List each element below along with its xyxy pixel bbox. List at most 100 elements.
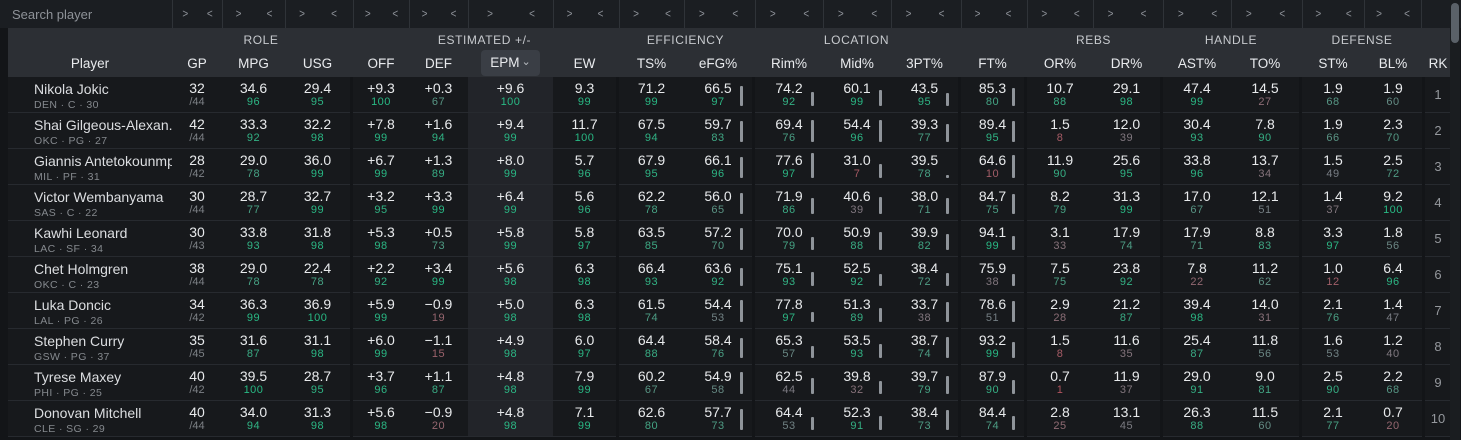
move-column-left-icon[interactable]: < bbox=[331, 8, 337, 21]
move-column-left-icon[interactable]: < bbox=[207, 8, 213, 21]
move-column-left-icon[interactable]: < bbox=[267, 8, 273, 21]
move-column-right-icon[interactable]: > bbox=[838, 8, 844, 21]
move-column-left-icon[interactable]: < bbox=[529, 8, 535, 21]
col-header-st[interactable]: ST% bbox=[1302, 56, 1364, 71]
col-header-ast[interactable]: AST% bbox=[1163, 56, 1231, 71]
col-header-def[interactable]: DEF bbox=[409, 56, 468, 71]
column-arrow-pair-efg: > < bbox=[684, 0, 752, 28]
scrollbar-thumb[interactable] bbox=[1451, 3, 1459, 43]
search-input[interactable] bbox=[12, 6, 162, 22]
col-header-efg[interactable]: eFG% bbox=[684, 56, 752, 71]
col-header-gp[interactable]: GP bbox=[172, 56, 222, 71]
move-column-left-icon[interactable]: < bbox=[1074, 8, 1080, 21]
percentile-value: 91 bbox=[1190, 384, 1204, 396]
col-header-to[interactable]: TO% bbox=[1231, 56, 1299, 71]
col-header-epm[interactable]: EPM ⌄ bbox=[468, 50, 553, 76]
move-column-left-icon[interactable]: < bbox=[803, 8, 809, 21]
move-column-right-icon[interactable]: > bbox=[1041, 8, 1047, 21]
move-column-left-icon[interactable]: < bbox=[871, 8, 877, 21]
move-column-right-icon[interactable]: > bbox=[182, 8, 188, 21]
col-header-ft[interactable]: FT% bbox=[961, 56, 1024, 71]
move-column-left-icon[interactable]: < bbox=[451, 8, 457, 21]
percentile-value: 67 bbox=[644, 384, 659, 396]
move-column-left-icon[interactable]: < bbox=[1346, 8, 1352, 21]
move-column-right-icon[interactable]: > bbox=[1108, 8, 1114, 21]
table-row[interactable]: Victor Wembanyama SAS · C · 22 30/44 28.7 77… bbox=[8, 185, 1451, 221]
stat-value: 1.8 bbox=[1383, 224, 1403, 240]
col-header-rim[interactable]: Rim% bbox=[755, 56, 823, 71]
stat-value: −0.9 bbox=[424, 296, 453, 312]
col-header-p3[interactable]: 3PT% bbox=[891, 56, 958, 71]
player-name: Kawhi Leonard bbox=[34, 225, 128, 241]
volume-bar bbox=[811, 237, 814, 250]
col-header-usg[interactable]: USG bbox=[285, 56, 350, 71]
cell-gp: 32/44 bbox=[172, 77, 222, 113]
cell-mpg: 33.8 93 bbox=[222, 221, 285, 257]
move-column-right-icon[interactable]: > bbox=[487, 8, 493, 21]
move-column-left-icon[interactable]: < bbox=[1141, 8, 1147, 21]
volume-bar bbox=[811, 92, 814, 106]
col-header-ew[interactable]: EW bbox=[553, 56, 616, 71]
table-row[interactable]: Shai Gilgeous-Alexan... OKC · PG · 27 42/4… bbox=[8, 113, 1451, 149]
col-header-dr[interactable]: DR% bbox=[1093, 56, 1160, 71]
move-column-left-icon[interactable]: < bbox=[1006, 8, 1012, 21]
move-column-right-icon[interactable]: > bbox=[699, 8, 705, 21]
table-row[interactable]: Giannis Antetokounmpo MIL · PF · 31 28/42 2… bbox=[8, 149, 1451, 185]
cell-off: +3.7 96 bbox=[353, 365, 409, 401]
move-column-right-icon[interactable]: > bbox=[422, 8, 428, 21]
stat-value: 32.7 bbox=[303, 188, 332, 204]
move-column-left-icon[interactable]: < bbox=[1404, 8, 1410, 21]
move-column-right-icon[interactable]: > bbox=[1178, 8, 1184, 21]
move-column-left-icon[interactable]: < bbox=[939, 8, 945, 21]
cell-usg: 31.3 98 bbox=[285, 401, 350, 437]
col-header-mpg[interactable]: MPG bbox=[222, 56, 285, 71]
stat-value: 9.0 bbox=[1255, 368, 1275, 384]
stat-value: 9.3 bbox=[574, 80, 595, 96]
stat-value: 67.5 bbox=[637, 116, 666, 132]
move-column-right-icon[interactable]: > bbox=[567, 8, 573, 21]
move-column-right-icon[interactable]: > bbox=[236, 8, 242, 21]
table-row[interactable]: Stephen Curry GSW · PG · 37 35/45 31.6 87 31.… bbox=[8, 329, 1451, 365]
stat-value: 6.0 bbox=[574, 332, 595, 348]
col-header-mid[interactable]: Mid% bbox=[823, 56, 891, 71]
move-column-right-icon[interactable]: > bbox=[906, 8, 912, 21]
table-row[interactable]: Donovan Mitchell CLE · SG · 29 40/44 34.0 94… bbox=[8, 401, 1451, 437]
move-column-left-icon[interactable]: < bbox=[665, 8, 671, 21]
table-row[interactable]: Luka Doncic LAL · PG · 26 34/42 36.3 99 36.9 1… bbox=[8, 293, 1451, 329]
col-header-player[interactable]: Player bbox=[8, 56, 172, 71]
table-row[interactable]: Tyrese Maxey PHI · PG · 25 40/42 39.5 100 28.… bbox=[8, 365, 1451, 401]
move-column-left-icon[interactable]: < bbox=[392, 8, 398, 21]
col-header-ts[interactable]: TS% bbox=[619, 56, 684, 71]
move-column-right-icon[interactable]: > bbox=[1315, 8, 1321, 21]
table-row[interactable]: Nikola Jokic DEN · C · 30 32/44 34.6 96 29.4 9… bbox=[8, 77, 1451, 113]
games-total: /45 bbox=[189, 348, 205, 360]
move-column-left-icon[interactable]: < bbox=[732, 8, 738, 21]
percentile-value: 27 bbox=[1258, 96, 1272, 108]
vertical-scrollbar[interactable] bbox=[1450, 0, 1460, 440]
table-row[interactable]: Chet Holmgren OKC · C · 23 38/44 29.0 78 22.4… bbox=[8, 257, 1451, 293]
move-column-right-icon[interactable]: > bbox=[633, 8, 639, 21]
move-column-right-icon[interactable]: > bbox=[1376, 8, 1382, 21]
move-column-right-icon[interactable]: > bbox=[975, 8, 981, 21]
stat-value: 64.4 bbox=[637, 332, 666, 348]
move-column-left-icon[interactable]: < bbox=[1279, 8, 1285, 21]
volume-bar bbox=[740, 372, 743, 394]
cell-dr: 25.6 95 bbox=[1093, 149, 1160, 185]
percentile-value: 15 bbox=[431, 348, 446, 360]
col-header-or[interactable]: OR% bbox=[1027, 56, 1093, 71]
table-row[interactable]: Kawhi Leonard LAC · SF · 34 30/43 33.8 93 31.… bbox=[8, 221, 1451, 257]
move-column-left-icon[interactable]: < bbox=[1211, 8, 1217, 21]
cell-def: +1.6 94 bbox=[409, 113, 468, 149]
cell-epm: +8.0 99 bbox=[468, 149, 553, 185]
move-column-right-icon[interactable]: > bbox=[1246, 8, 1252, 21]
move-column-right-icon[interactable]: > bbox=[365, 8, 371, 21]
col-header-bl[interactable]: BL% bbox=[1364, 56, 1422, 71]
col-header-rk[interactable]: RK bbox=[1425, 56, 1451, 71]
cell-ew: 6.3 98 bbox=[553, 257, 616, 293]
move-column-left-icon[interactable]: < bbox=[598, 8, 604, 21]
col-header-off[interactable]: OFF bbox=[353, 56, 409, 71]
move-column-right-icon[interactable]: > bbox=[770, 8, 776, 21]
move-column-right-icon[interactable]: > bbox=[299, 8, 305, 21]
cell-or: 2.8 25 bbox=[1027, 401, 1093, 437]
cell-ast: 17.0 67 bbox=[1163, 185, 1231, 221]
